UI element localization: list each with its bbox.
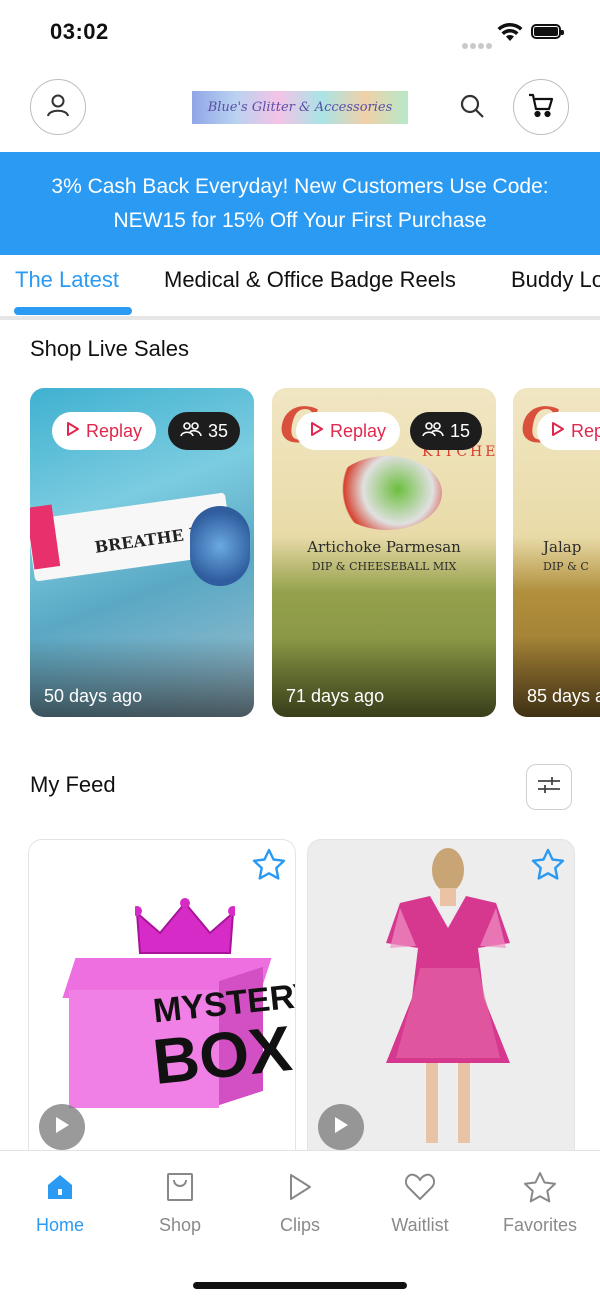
logo-text: Blue's Glitter & Accessories — [207, 100, 393, 115]
play-outline-icon — [551, 421, 571, 442]
glitter-nail — [190, 506, 250, 586]
nav-clips[interactable]: Clips — [250, 1169, 350, 1236]
star-icon — [531, 848, 565, 885]
days-ago: 50 days ago — [44, 686, 143, 706]
battery-icon — [531, 24, 564, 39]
search-button[interactable] — [455, 91, 489, 125]
nav-shop[interactable]: Shop — [130, 1169, 230, 1236]
cart-button[interactable] — [513, 79, 569, 135]
feed-title: My Feed — [30, 772, 116, 797]
play-icon — [53, 1115, 71, 1140]
veggie-art — [332, 456, 442, 530]
product-art-text: BOX — [149, 1011, 296, 1099]
nav-waitlist[interactable]: Waitlist — [370, 1169, 470, 1236]
feed-item[interactable]: MYSTERY BOX — [28, 839, 296, 1169]
live-sale-card[interactable]: C KITCHEN Artichoke Parmesan DIP & CHEES… — [272, 388, 496, 717]
app-header: Blue's Glitter & Accessories — [0, 66, 600, 152]
replay-label: Rep — [571, 420, 600, 441]
tab-buddy-lo[interactable]: Buddy Lo — [511, 267, 600, 293]
play-outline-icon — [66, 421, 86, 442]
dress-art — [360, 848, 530, 1168]
play-video-button[interactable] — [318, 1104, 364, 1150]
replay-badge[interactable]: Replay — [52, 412, 157, 450]
product-art-text: Artichoke Parmesan — [307, 538, 461, 556]
search-icon — [458, 92, 486, 125]
home-indicator[interactable] — [193, 1282, 407, 1289]
status-time: 03:02 — [50, 19, 109, 44]
tabs-divider — [0, 316, 600, 320]
lip-balm-cap — [30, 504, 61, 570]
play-outline-icon — [310, 421, 330, 442]
nav-label: Shop — [158, 1215, 202, 1235]
tab-medical-office-badge-reels[interactable]: Medical & Office Badge Reels — [164, 267, 456, 293]
nav-home[interactable]: Home — [10, 1169, 110, 1236]
shop-bag-icon — [165, 1169, 195, 1205]
nav-label: Waitlist — [391, 1215, 449, 1235]
star-outline-icon — [523, 1169, 557, 1205]
account-button[interactable] — [30, 79, 86, 135]
replay-label: Replay — [330, 420, 387, 441]
viewers-icon — [422, 421, 450, 442]
heart-icon — [404, 1169, 436, 1205]
wifi-icon — [497, 22, 523, 47]
cart-icon — [527, 91, 555, 124]
product-art-subtext: DIP & CHEESEBALL MIX — [311, 560, 457, 573]
active-tab-indicator — [14, 307, 132, 315]
favorite-button[interactable] — [251, 848, 287, 884]
person-icon — [45, 92, 71, 123]
promo-line-2: NEW15 for 15% Off Your First Purchase — [113, 208, 487, 232]
product-art-subtext: DIP & C — [543, 560, 589, 573]
crown-art — [132, 898, 238, 963]
nav-favorites[interactable]: Favorites — [490, 1169, 590, 1236]
nav-label: Home — [35, 1215, 84, 1235]
viewers-badge: 35 — [168, 412, 241, 450]
nav-label: Favorites — [502, 1215, 578, 1235]
favorite-button[interactable] — [530, 848, 566, 884]
tab-the-latest[interactable]: The Latest — [15, 267, 119, 293]
days-ago: 85 days a — [527, 686, 600, 706]
viewers-count: 35 — [208, 420, 229, 441]
feed-filter-button[interactable] — [526, 764, 572, 810]
replay-badge[interactable]: Rep — [537, 412, 600, 450]
replay-label: Replay — [86, 420, 143, 441]
play-outline-icon — [286, 1169, 314, 1205]
cellular-signal-icon — [462, 36, 494, 54]
bottom-navigation: Home Shop Clips Waitlist Favorites — [0, 1150, 600, 1299]
live-sale-card[interactable]: BREATHE EASY Replay 35 50 days ago — [30, 388, 254, 717]
status-bar: 03:02 — [0, 0, 600, 66]
live-sale-card[interactable]: C Jalap DIP & C Rep 85 days a — [513, 388, 600, 717]
store-logo[interactable]: Blue's Glitter & Accessories — [192, 91, 408, 124]
viewers-badge: 15 — [410, 412, 483, 450]
feed-item[interactable] — [307, 839, 575, 1169]
nav-label: Clips — [279, 1215, 320, 1235]
live-sales-carousel[interactable]: BREATHE EASY Replay 35 50 days ago C KIT… — [0, 388, 600, 718]
promo-banner[interactable]: 3% Cash Back Everyday! New Customers Use… — [0, 152, 600, 255]
product-art-text: Jalap — [543, 538, 582, 556]
category-tabs: The Latest Medical & Office Badge Reels … — [0, 255, 600, 317]
viewers-icon — [180, 421, 208, 442]
play-icon — [332, 1115, 350, 1140]
home-icon — [45, 1169, 75, 1205]
sliders-icon — [537, 775, 561, 800]
promo-line-1: 3% Cash Back Everyday! New Customers Use… — [51, 174, 549, 198]
viewers-count: 15 — [450, 420, 471, 441]
days-ago: 71 days ago — [286, 686, 385, 706]
live-sales-title: Shop Live Sales — [30, 336, 189, 361]
play-video-button[interactable] — [39, 1104, 85, 1150]
star-icon — [252, 848, 286, 885]
replay-badge[interactable]: Replay — [296, 412, 401, 450]
